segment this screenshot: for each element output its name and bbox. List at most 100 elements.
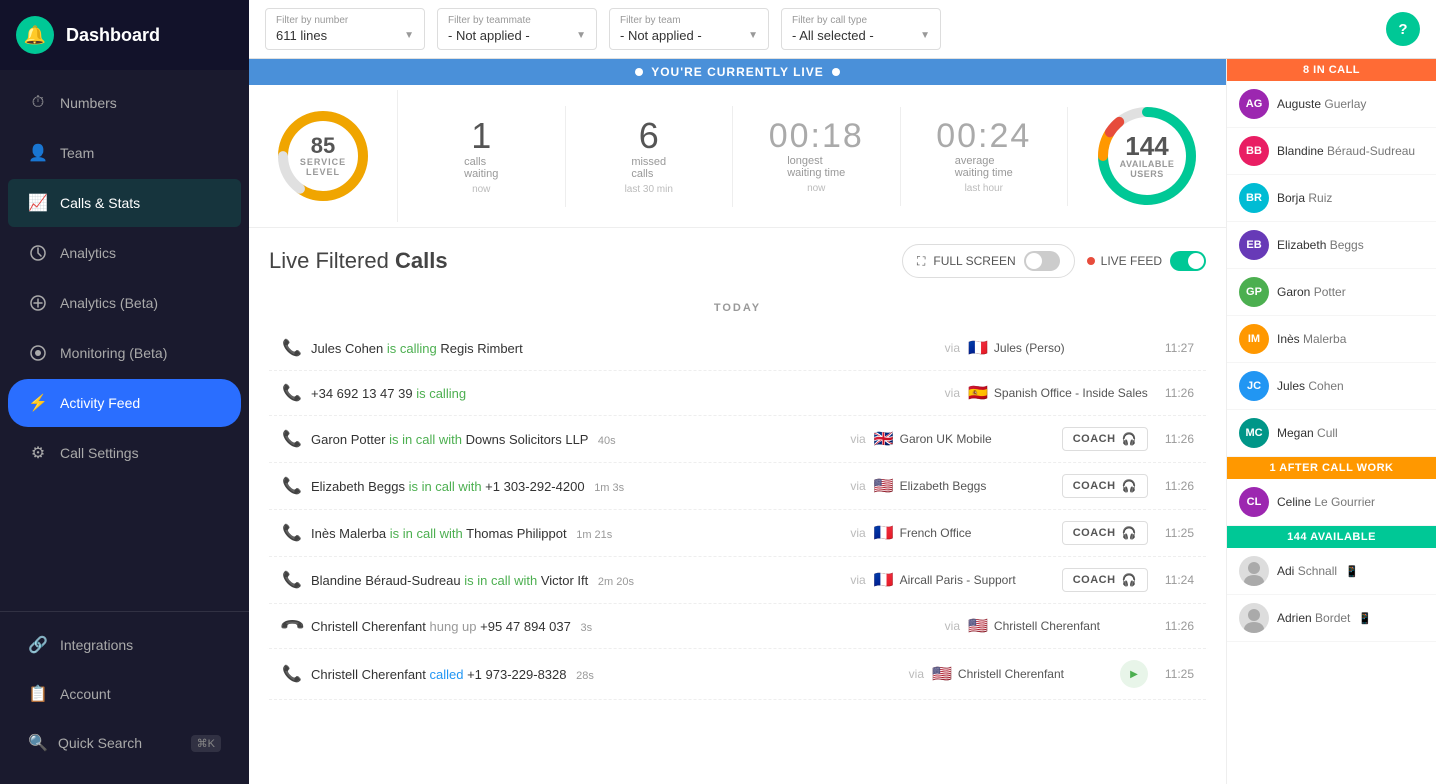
coach-button[interactable]: COACH 🎧 — [1062, 474, 1148, 498]
line-name: Christell Cherenfant — [958, 667, 1064, 681]
agent-avatar: MC — [1239, 418, 1269, 448]
line-name: Elizabeth Beggs — [900, 479, 987, 493]
live-dot — [635, 68, 643, 76]
coach-button[interactable]: COACH 🎧 — [1062, 568, 1148, 592]
call-incoming-icon: 📞 — [282, 338, 302, 358]
sidebar-item-label: Integrations — [60, 637, 133, 653]
agent-item: IM Inès Malerba — [1227, 316, 1436, 363]
call-line: 🇬🇧 Garon UK Mobile — [874, 429, 1054, 449]
agents-available-list: Adi Schnall 📱 Adrien Bordet 📱 — [1227, 548, 1436, 642]
agent-name: Jules Cohen — [1277, 379, 1344, 393]
flag-icon: 🇺🇸 — [874, 476, 894, 496]
agent-item: AG Auguste Guerlay — [1227, 81, 1436, 128]
live-feed-toggle[interactable] — [1170, 251, 1206, 271]
filter-teammate[interactable]: Filter by teammate - Not applied - ▼ — [437, 8, 597, 50]
call-type-icon: 📞 — [281, 428, 303, 450]
search-icon: 🔍 — [28, 733, 48, 753]
agent-item: EB Elizabeth Beggs — [1227, 222, 1436, 269]
call-active-icon: 📞 — [282, 523, 302, 543]
sidebar-item-account[interactable]: 📋 Account — [8, 670, 241, 718]
after-call-badge: 1 AFTER CALL WORK — [1227, 457, 1436, 479]
line-name: Christell Cherenfant — [994, 619, 1100, 633]
call-info: Christell Cherenfant called +1 973-229-8… — [311, 667, 901, 682]
help-button[interactable]: ? — [1386, 12, 1420, 46]
phone-icon: 📱 — [1345, 565, 1359, 578]
filter-teammate-value: - Not applied - ▼ — [448, 28, 586, 43]
callee-name: +1 303-292-4200 — [485, 479, 584, 494]
flag-icon: 🇫🇷 — [874, 570, 894, 590]
call-type-icon: 📞 — [281, 615, 303, 637]
agent-name: Inès Malerba — [1277, 332, 1346, 346]
coach-button[interactable]: COACH 🎧 — [1062, 521, 1148, 545]
call-status: called — [430, 667, 468, 682]
service-level-stat: 85 SERVICE LEVEL — [249, 90, 398, 222]
agent-item: GP Garon Potter — [1227, 269, 1436, 316]
call-info: Garon Potter is in call with Downs Solic… — [311, 432, 842, 447]
agent-name: Elizabeth Beggs — [1277, 238, 1364, 252]
callee-name: +95 47 894 037 — [480, 619, 571, 634]
fullscreen-button[interactable]: ⛶ FULL SCREEN — [902, 244, 1075, 278]
filter-teammate-label: Filter by teammate — [448, 15, 586, 26]
play-button[interactable]: ▶ — [1120, 660, 1148, 688]
live-feed-indicator: LIVE FEED — [1087, 254, 1162, 268]
headphone-icon: 🎧 — [1122, 526, 1137, 540]
agents-after-call-list: CL Celine Le Gourrier — [1227, 479, 1436, 526]
sidebar-item-monitoring-beta[interactable]: Monitoring (Beta) — [8, 329, 241, 377]
filter-bar: Filter by number 611 lines ▼ Filter by t… — [249, 0, 1436, 59]
call-active-icon: 📞 — [282, 570, 302, 590]
via-label: via — [945, 619, 960, 633]
sidebar-item-analytics-beta[interactable]: Analytics (Beta) — [8, 279, 241, 327]
dashboard-panel: YOU'RE CURRENTLY LIVE 85 S — [249, 59, 1226, 784]
available-users-label: AVAILABLE USERS — [1120, 159, 1175, 179]
filter-call-type-label: Filter by call type — [792, 15, 930, 26]
calls-waiting-number: 1 — [471, 118, 491, 154]
sidebar-item-numbers[interactable]: ⏱ Numbers — [8, 79, 241, 127]
sidebar-item-label: Team — [60, 145, 94, 161]
headphone-icon: 🎧 — [1122, 573, 1137, 587]
call-info: Blandine Béraud-Sudreau is in call with … — [311, 573, 842, 588]
table-row: 📞 +34 692 13 47 39 is calling via 🇪🇸 Spa… — [269, 371, 1206, 416]
table-row: 📞 Christell Cherenfant hung up +95 47 89… — [269, 604, 1206, 649]
coach-button[interactable]: COACH 🎧 — [1062, 427, 1148, 451]
clock-icon: ⏱ — [28, 93, 48, 113]
sidebar-item-label: Account — [60, 686, 111, 702]
filter-number[interactable]: Filter by number 611 lines ▼ — [265, 8, 425, 50]
sidebar-item-label: Analytics (Beta) — [60, 295, 158, 311]
sidebar-item-activity-feed[interactable]: ⚡ Activity Feed — [8, 379, 241, 427]
call-time: 11:25 — [1156, 667, 1194, 681]
available-users-stat: 144 AVAILABLE USERS — [1068, 85, 1226, 227]
service-level-value: 85 — [298, 135, 348, 157]
caller-name: Inès Malerba — [311, 526, 386, 541]
agent-item: Adi Schnall 📱 — [1227, 548, 1436, 595]
sidebar-item-team[interactable]: 👤 Team — [8, 129, 241, 177]
calls-waiting-note: now — [472, 184, 490, 195]
flag-icon: 🇺🇸 — [968, 616, 988, 636]
calls-date-header: TODAY — [269, 294, 1206, 322]
sidebar-item-calls-stats[interactable]: 📈 Calls & Stats — [8, 179, 241, 227]
live-banner: YOU'RE CURRENTLY LIVE — [249, 59, 1226, 85]
filter-team-value: - Not applied - ▼ — [620, 28, 758, 43]
quick-search[interactable]: 🔍 Quick Search ⌘K — [8, 719, 241, 767]
sidebar-item-integrations[interactable]: 🔗 Integrations — [8, 621, 241, 669]
agent-avatar: JC — [1239, 371, 1269, 401]
longest-wait-stat: 00:18 longest waiting time now — [733, 107, 901, 206]
agent-item: BR Borja Ruiz — [1227, 175, 1436, 222]
sidebar-item-call-settings[interactable]: ⚙ Call Settings — [8, 429, 241, 477]
agent-avatar: GP — [1239, 277, 1269, 307]
right-panel: 8 IN CALL AG Auguste Guerlay BB Blandine… — [1226, 59, 1436, 784]
table-row: 📞 Elizabeth Beggs is in call with +1 303… — [269, 463, 1206, 510]
filter-team[interactable]: Filter by team - Not applied - ▼ — [609, 8, 769, 50]
agent-avatar — [1239, 603, 1269, 633]
fullscreen-toggle[interactable] — [1024, 251, 1060, 271]
call-active-icon: 📞 — [282, 476, 302, 496]
filter-call-type[interactable]: Filter by call type - All selected - ▼ — [781, 8, 941, 50]
sidebar-item-analytics[interactable]: Analytics — [8, 229, 241, 277]
call-status: is calling — [387, 341, 440, 356]
longest-wait-time: 00:18 — [769, 119, 864, 153]
agent-name: Blandine Béraud-Sudreau — [1277, 144, 1415, 158]
caller-name: Blandine Béraud-Sudreau — [311, 573, 461, 588]
available-badge: 144 AVAILABLE — [1227, 526, 1436, 548]
agent-item: MC Megan Cull — [1227, 410, 1436, 457]
table-row: 📞 Inès Malerba is in call with Thomas Ph… — [269, 510, 1206, 557]
filter-call-type-value: - All selected - ▼ — [792, 28, 930, 43]
